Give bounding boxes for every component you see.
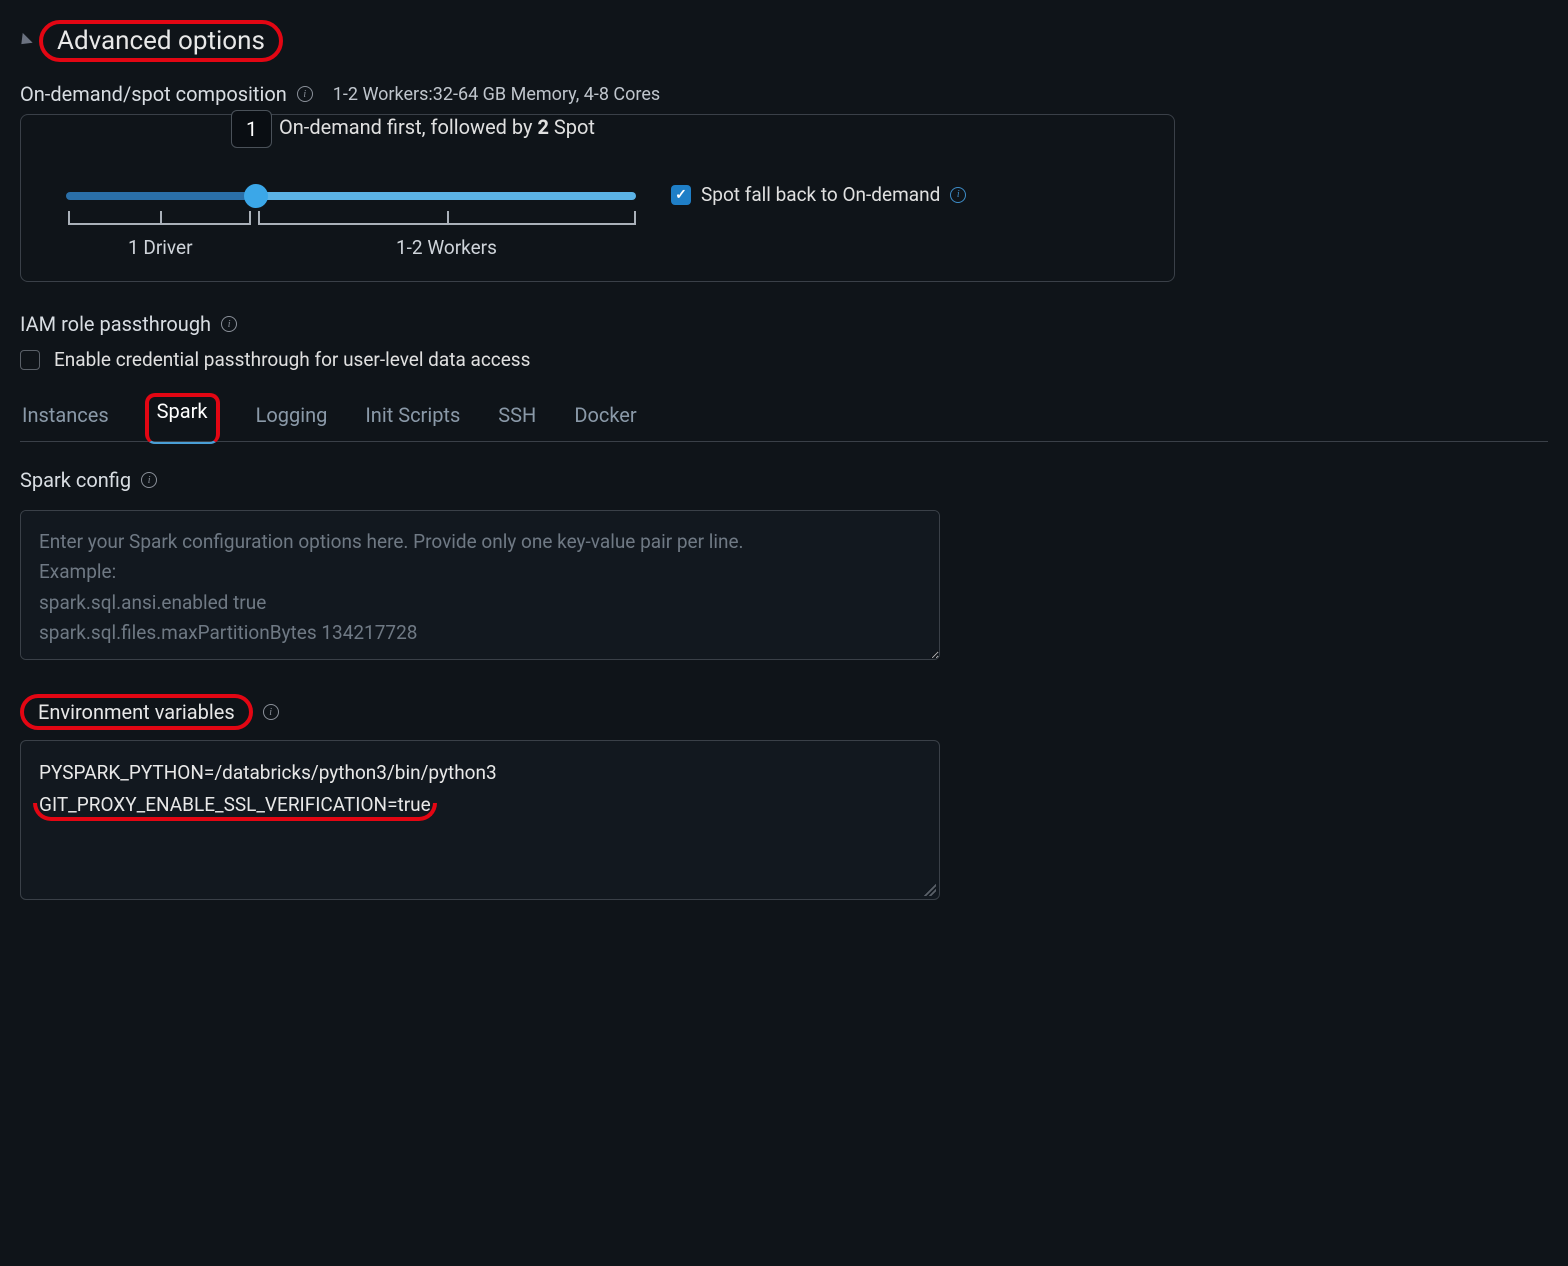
env-var-line-1: PYSPARK_PYTHON=/databricks/python3/bin/p… bbox=[39, 757, 921, 789]
composition-summary: 1-2 Workers:32-64 GB Memory, 4-8 Cores bbox=[333, 84, 660, 105]
bracket-driver-label: 1 Driver bbox=[128, 236, 193, 259]
resize-handle-icon[interactable] bbox=[924, 884, 936, 896]
spark-config-textarea[interactable] bbox=[20, 510, 940, 660]
tab-instances[interactable]: Instances bbox=[20, 393, 111, 441]
slider-tooltip-text: On-demand first, followed by 2 Spot bbox=[279, 115, 595, 139]
info-icon[interactable]: i bbox=[297, 86, 313, 102]
iam-checkbox-label: Enable credential passthrough for user-l… bbox=[54, 348, 530, 371]
env-vars-label: Environment variables bbox=[38, 700, 235, 724]
env-vars-label-highlight: Environment variables bbox=[20, 694, 253, 730]
bracket-driver bbox=[68, 211, 251, 225]
slider-thumb[interactable] bbox=[244, 184, 268, 208]
spark-config-label: Spark config bbox=[20, 468, 131, 492]
slider-track-spot bbox=[256, 192, 636, 200]
fallback-checkbox[interactable]: ✓ bbox=[671, 185, 691, 205]
bracket-workers-label: 1-2 Workers bbox=[396, 236, 497, 259]
iam-checkbox[interactable] bbox=[20, 350, 40, 370]
tab-spark[interactable]: Spark bbox=[145, 393, 220, 444]
env-var-line-2-highlight: GIT_PROXY_ENABLE_SSL_VERIFICATION=true bbox=[39, 789, 431, 821]
slider-tooltip-value: 1 bbox=[231, 110, 272, 148]
info-icon[interactable]: i bbox=[950, 187, 966, 203]
tab-init-scripts[interactable]: Init Scripts bbox=[363, 393, 462, 441]
advanced-options-title-highlight: Advanced options bbox=[39, 20, 283, 62]
env-vars-textarea[interactable]: PYSPARK_PYTHON=/databricks/python3/bin/p… bbox=[20, 740, 940, 900]
fallback-checkbox-row[interactable]: ✓ Spot fall back to On-demand i bbox=[671, 183, 966, 206]
tab-docker[interactable]: Docker bbox=[572, 393, 638, 441]
caret-down-icon bbox=[16, 33, 32, 49]
env-vars-section: Environment variables i PYSPARK_PYTHON=/… bbox=[20, 694, 940, 900]
tab-ssh[interactable]: SSH bbox=[496, 393, 538, 441]
advanced-options-header[interactable]: Advanced options bbox=[20, 20, 1548, 62]
slider-track-ondemand bbox=[66, 192, 256, 200]
tab-logging[interactable]: Logging bbox=[254, 393, 330, 441]
composition-slider[interactable]: 1 On-demand first, followed by 2 Spot 1 … bbox=[66, 165, 641, 241]
composition-label-row: On-demand/spot composition i 1-2 Workers… bbox=[20, 82, 1548, 106]
composition-box: 1 On-demand first, followed by 2 Spot 1 … bbox=[20, 114, 1175, 282]
iam-section: IAM role passthrough i Enable credential… bbox=[20, 312, 1548, 371]
iam-label: IAM role passthrough bbox=[20, 312, 211, 336]
info-icon[interactable]: i bbox=[141, 472, 157, 488]
spark-config-section: Spark config i bbox=[20, 468, 940, 664]
advanced-options-title: Advanced options bbox=[57, 26, 265, 56]
check-icon: ✓ bbox=[675, 187, 687, 203]
composition-label: On-demand/spot composition bbox=[20, 82, 287, 106]
bracket-workers bbox=[258, 211, 636, 225]
config-tabs: Instances Spark Logging Init Scripts SSH… bbox=[20, 393, 1548, 442]
iam-checkbox-row[interactable]: Enable credential passthrough for user-l… bbox=[20, 348, 1548, 371]
info-icon[interactable]: i bbox=[263, 704, 279, 720]
fallback-checkbox-label: Spot fall back to On-demand bbox=[701, 183, 940, 206]
info-icon[interactable]: i bbox=[221, 316, 237, 332]
